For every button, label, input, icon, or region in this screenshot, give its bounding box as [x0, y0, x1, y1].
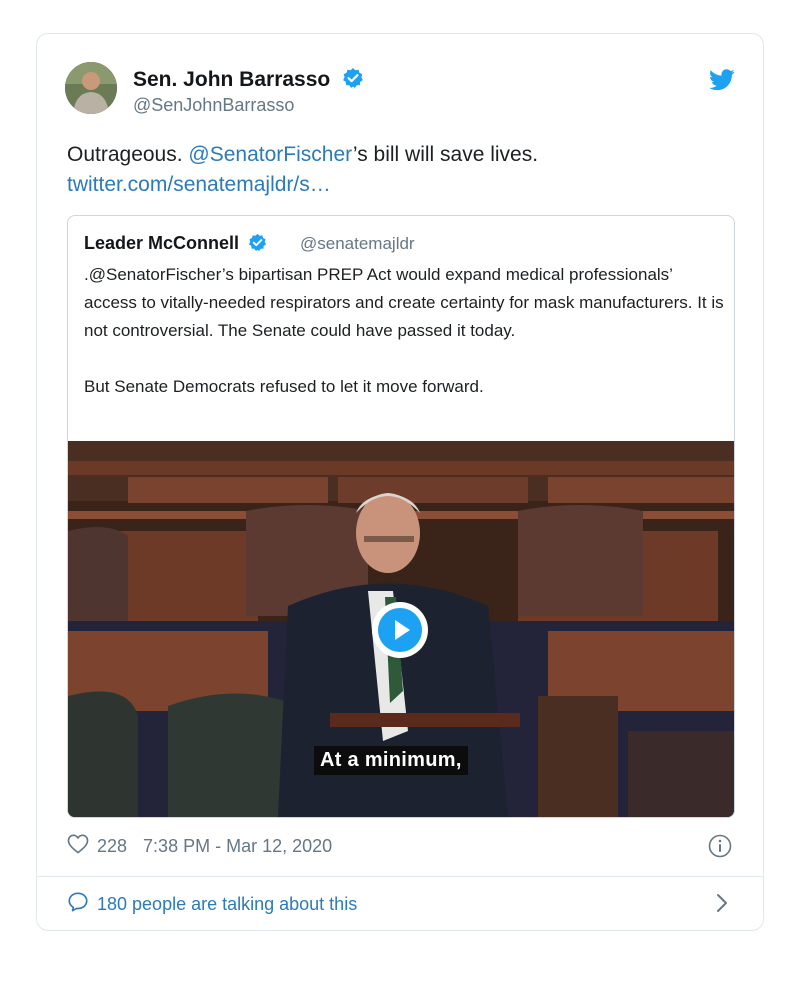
quoted-tweet-text: .@SenatorFischer’s bipartisan PREP Act w…	[84, 265, 724, 396]
tweet-text-after: ’s bill will save lives.	[352, 143, 539, 166]
quoted-author-handle[interactable]: @senatemajldr	[300, 234, 415, 254]
embedded-tweet-card: Sen. John Barrasso @SenJohnBarrasso Outr…	[36, 33, 764, 931]
video-thumbnail[interactable]: At a minimum,	[68, 441, 734, 817]
timestamp[interactable]: 7:38 PM - Mar 12, 2020	[143, 836, 332, 857]
mention-link[interactable]: @SenatorFischer	[188, 143, 353, 166]
like-count[interactable]: 228	[97, 836, 127, 857]
quoted-author-name-text[interactable]: Leader McConnell	[84, 233, 239, 253]
verified-badge-icon	[342, 67, 364, 95]
tweet-url-link[interactable]: twitter.com/senatemajldr/s…	[67, 173, 331, 196]
author-name[interactable]: Sen. John Barrasso	[133, 68, 330, 91]
tweet-meta: 228 7:38 PM - Mar 12, 2020	[67, 834, 332, 858]
divider	[37, 876, 763, 877]
video-caption: At a minimum,	[314, 746, 468, 775]
play-icon[interactable]	[371, 601, 429, 659]
tweet-text: Outrageous. @SenatorFischer’s bill will …	[67, 140, 727, 200]
author-handle[interactable]: @SenJohnBarrasso	[133, 95, 294, 116]
tweet-text-before: Outrageous.	[67, 143, 189, 166]
verified-badge-icon	[248, 233, 267, 257]
author-name-row[interactable]: Sen. John Barrasso	[133, 67, 364, 95]
speech-bubble-icon	[67, 891, 97, 918]
quoted-tweet[interactable]: Leader McConnell @senatemajldr .@Senator…	[67, 215, 735, 818]
conversation-label[interactable]: 180 people are talking about this	[97, 894, 357, 915]
twitter-bird-icon[interactable]	[709, 69, 735, 96]
author-avatar[interactable]	[65, 62, 117, 114]
quoted-author-name[interactable]: Leader McConnell	[84, 233, 267, 257]
conversation-link[interactable]: 180 people are talking about this	[67, 891, 357, 918]
info-icon[interactable]	[708, 834, 732, 863]
heart-icon[interactable]	[67, 834, 89, 859]
chevron-right-icon[interactable]	[715, 892, 729, 919]
